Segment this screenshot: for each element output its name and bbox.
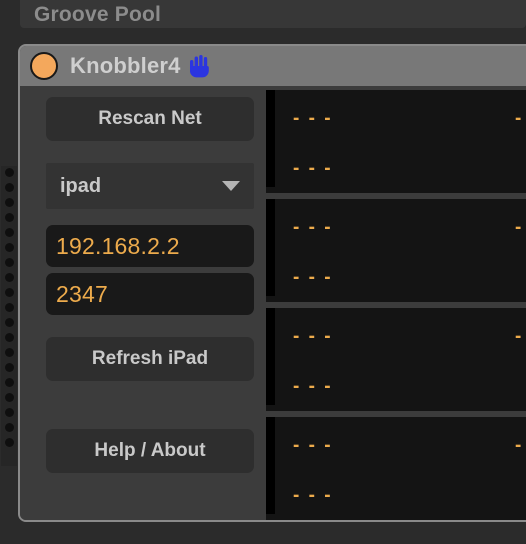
ip-address-value: 192.168.2.2 — [56, 232, 180, 259]
grip-dot — [4, 228, 14, 237]
grip-dot — [4, 198, 14, 207]
grip-dot — [4, 213, 14, 222]
port-field[interactable]: 2347 — [46, 273, 254, 315]
parameter-value: - - - — [515, 108, 526, 129]
parameter-row[interactable]: - - - - - - - - - — [266, 90, 526, 193]
knobbler-device-panel: Knobbler4 Rescan Net ipad 192.168.2.2 23 — [18, 44, 526, 522]
parameter-row-content: - - - - - - - - - — [275, 199, 526, 302]
parameter-row-edge — [266, 199, 275, 296]
parameter-row-edge — [266, 417, 275, 514]
parameter-row-edge — [266, 308, 275, 405]
parameter-value: - - - — [515, 435, 526, 456]
parameter-list-panel: - - - - - - - - - - - - - - - - - - - - … — [266, 86, 526, 520]
groove-pool-label: Groove Pool — [34, 3, 162, 26]
parameter-row-content: - - - - - - - - - — [275, 308, 526, 411]
parameter-sublabel: - - - — [293, 267, 333, 288]
grip-dot — [4, 348, 14, 357]
parameter-name: - - - — [293, 435, 333, 456]
grip-dot — [4, 258, 14, 267]
device-titlebar[interactable]: Knobbler4 — [20, 46, 526, 86]
grip-dot — [4, 288, 14, 297]
device-body: Rescan Net ipad 192.168.2.2 2347 Refresh… — [20, 86, 526, 520]
groove-pool-bar[interactable]: Groove Pool — [20, 0, 526, 28]
grip-dot — [4, 438, 14, 447]
control-column: Rescan Net ipad 192.168.2.2 2347 Refresh… — [20, 86, 266, 520]
rescan-net-button[interactable]: Rescan Net — [46, 97, 254, 141]
device-title: Knobbler4 — [70, 53, 181, 78]
parameter-row[interactable]: - - - - - - - - - — [266, 199, 526, 302]
grip-dot — [4, 318, 14, 327]
power-circle-icon[interactable] — [30, 52, 58, 80]
parameter-name: - - - — [293, 326, 333, 347]
grip-dot — [4, 408, 14, 417]
grip-dot — [4, 303, 14, 312]
device-select-value: ipad — [60, 174, 102, 197]
help-about-button[interactable]: Help / About — [46, 429, 254, 473]
parameter-name: - - - — [293, 217, 333, 238]
parameter-sublabel: - - - — [293, 485, 333, 506]
grip-dot — [4, 243, 14, 252]
chevron-down-icon — [222, 181, 240, 191]
device-chain-grip — [0, 36, 18, 544]
parameter-row[interactable]: - - - - - - - - - — [266, 308, 526, 411]
device-chain-grip-dots[interactable] — [1, 166, 17, 466]
grip-dot — [4, 333, 14, 342]
device-select-dropdown[interactable]: ipad — [46, 163, 254, 209]
grip-dot — [4, 273, 14, 282]
parameter-row-edge — [266, 90, 275, 187]
parameter-value: - - - — [515, 217, 526, 238]
port-value: 2347 — [56, 280, 108, 307]
grip-dot — [4, 423, 14, 432]
grip-dot — [4, 378, 14, 387]
ip-address-field[interactable]: 192.168.2.2 — [46, 225, 254, 267]
grip-dot — [4, 393, 14, 402]
parameter-name: - - - — [293, 108, 333, 129]
parameter-sublabel: - - - — [293, 376, 333, 397]
grip-dot — [4, 183, 14, 192]
parameter-row[interactable]: - - - - - - - - - — [266, 417, 526, 520]
parameter-value: - - - — [515, 326, 526, 347]
refresh-ipad-button[interactable]: Refresh iPad — [46, 337, 254, 381]
parameter-row-content: - - - - - - - - - — [275, 417, 526, 520]
grip-dot — [4, 363, 14, 372]
grip-dot — [4, 168, 14, 177]
raised-hand-icon — [189, 55, 209, 78]
parameter-sublabel: - - - — [293, 158, 333, 179]
parameter-row-content: - - - - - - - - - — [275, 90, 526, 193]
